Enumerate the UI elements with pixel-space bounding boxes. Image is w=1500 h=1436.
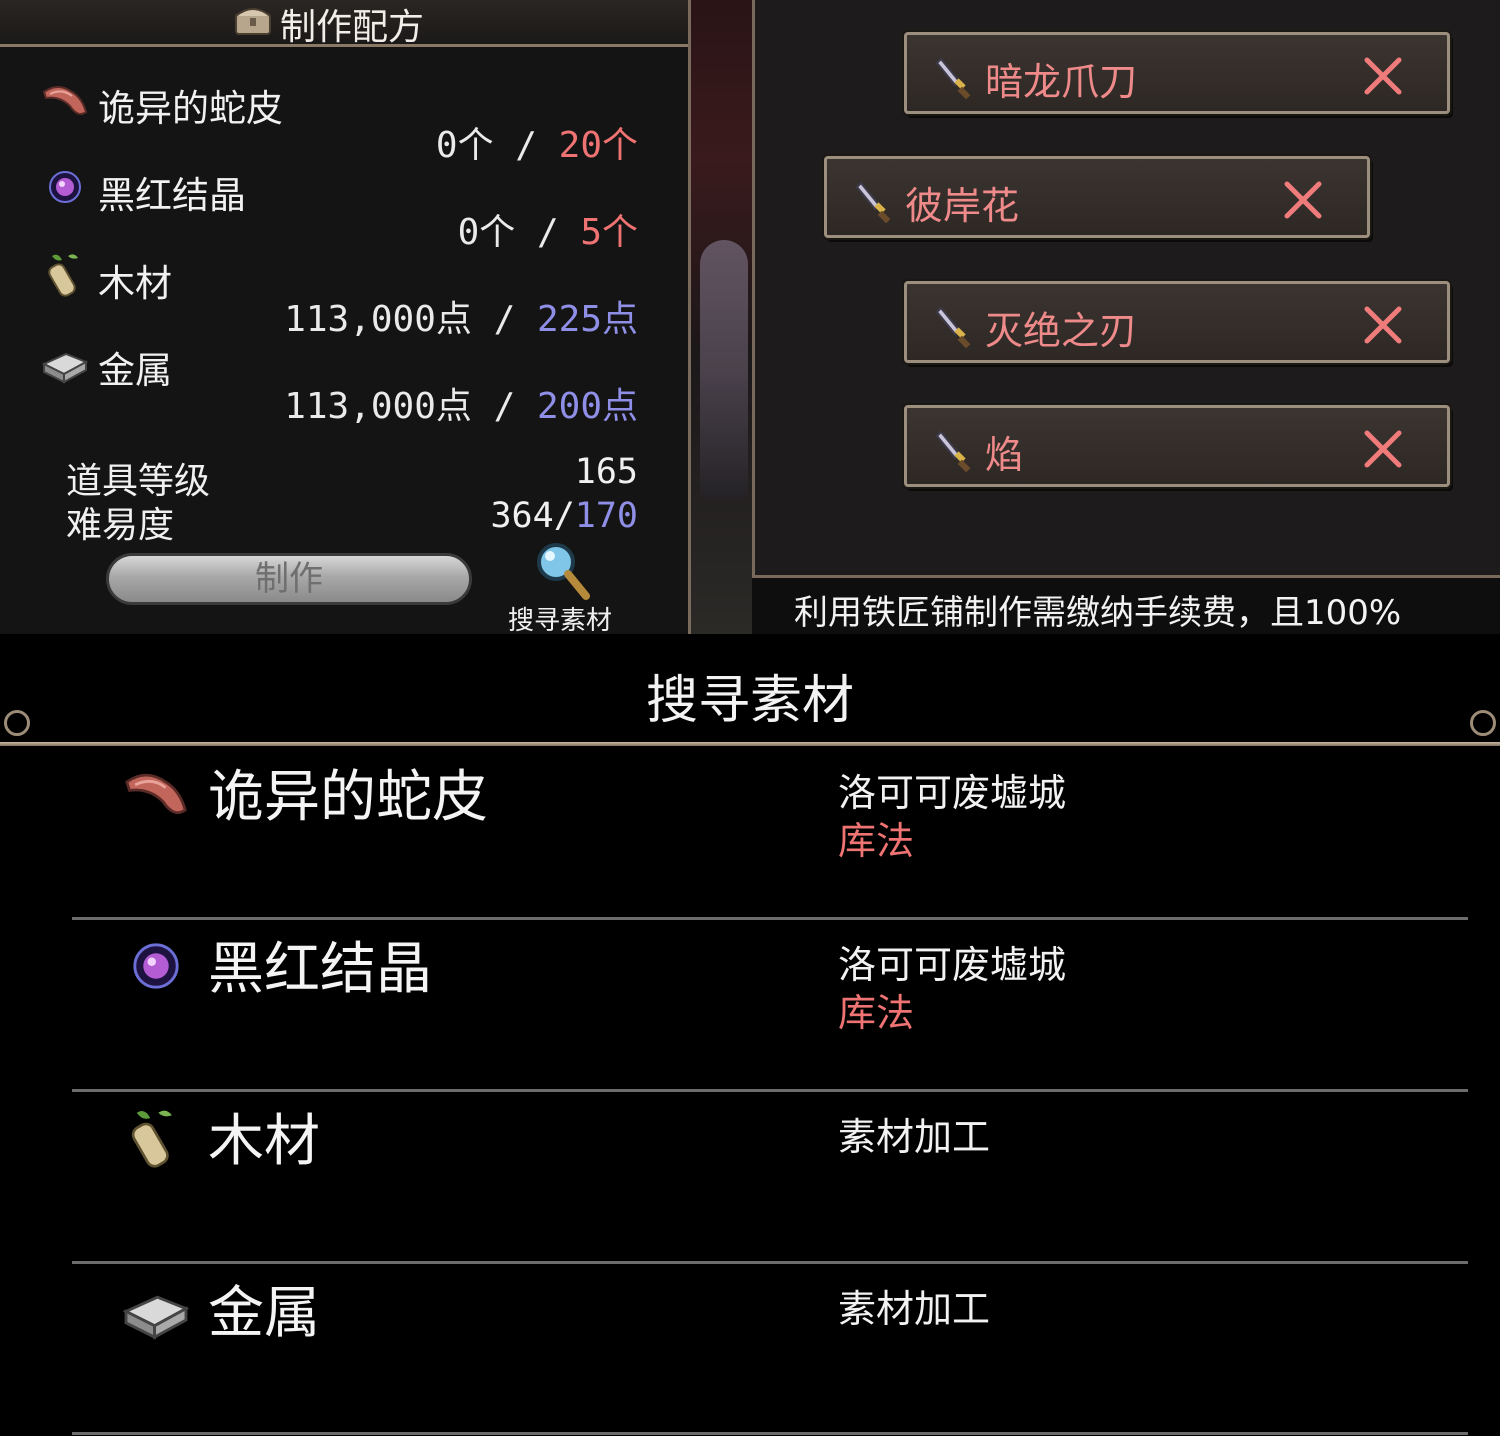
material-quantity: 0个 / 20个 [435,125,638,166]
snake-skin-icon [125,773,187,815]
material-name: 金属 [98,349,172,392]
material-name: 木材 [208,1109,320,1174]
snake-skin-icon [42,86,88,115]
weapon-item[interactable]: 暗龙爪刀 [904,32,1450,114]
close-icon[interactable] [1361,54,1405,98]
material-name: 诡异的蛇皮 [208,765,488,830]
crystal-icon [133,943,179,989]
material-location: 素材加工 [838,1287,991,1331]
weapon-item[interactable]: 灭绝之刃 [904,281,1450,363]
recipe-panel: 制作配方 诡异的蛇皮 0个 / 20个 黑红结晶 0个 / 5个 木材 113,… [0,0,691,634]
metal-icon [122,1295,190,1340]
sword-icon [855,181,891,223]
weapon-name: 彼岸花 [905,184,1020,228]
corner-ornament [1470,710,1496,736]
weapon-name: 灭绝之刃 [985,309,1138,353]
recipe-title: 制作配方 [280,7,425,48]
weapon-item[interactable]: 焰 [904,405,1450,487]
material-location: 洛可可废墟城 [838,943,1067,987]
close-icon[interactable] [1361,303,1405,347]
crafting-screen: 制作配方 诡异的蛇皮 0个 / 20个 黑红结晶 0个 / 5个 木材 113,… [0,0,1500,634]
material-name: 金属 [208,1281,320,1346]
chest-icon [235,8,271,35]
character-figure [700,240,748,500]
weapon-item[interactable]: 彼岸花 [824,156,1370,238]
material-name: 黑红结晶 [98,174,246,217]
magnifier-icon[interactable] [534,542,596,604]
material-location: 洛可可废墟城 [838,771,1067,815]
corner-ornament [4,710,30,736]
sword-icon [935,430,971,472]
close-icon[interactable] [1281,178,1325,222]
header-divider [0,742,1500,746]
search-title: 搜寻素材 [645,671,854,731]
search-row[interactable]: 木材 素材加工 [0,1092,1500,1262]
material-quantity: 113,000点 / 225点 [284,299,638,340]
material-source: 库法 [838,819,915,863]
weapon-name: 暗龙爪刀 [985,60,1138,104]
search-row[interactable]: 金属 素材加工 [0,1264,1500,1434]
notice-text: 利用铁匠铺制作需缴纳手续费，且100% [794,593,1402,633]
difficulty-label: 难易度 [66,505,175,546]
search-row[interactable]: 黑红结晶 洛可可废墟城 库法 [0,920,1500,1090]
material-quantity: 0个 / 5个 [457,212,638,253]
material-name: 诡异的蛇皮 [98,87,283,130]
material-quantity: 113,000点 / 200点 [284,386,638,427]
sword-icon [935,57,971,99]
material-name: 木材 [98,262,172,305]
wood-icon [131,1110,172,1168]
item-level-value: 165 [574,452,638,492]
difficulty-value: 364/170 [490,496,638,536]
make-button[interactable]: 制作 [106,553,472,605]
search-materials-link[interactable]: 搜寻素材 [508,600,612,634]
material-source: 库法 [838,991,915,1035]
sword-icon [935,306,971,348]
wood-icon [48,254,78,297]
close-icon[interactable] [1361,427,1405,471]
crystal-icon [49,171,81,203]
weapon-name: 焰 [985,433,1024,477]
row-divider [72,1432,1468,1435]
search-row[interactable]: 诡异的蛇皮 洛可可废墟城 库法 [0,748,1500,918]
material-location: 素材加工 [838,1115,991,1159]
material-name: 黑红结晶 [208,937,432,1002]
metal-icon [41,352,89,384]
